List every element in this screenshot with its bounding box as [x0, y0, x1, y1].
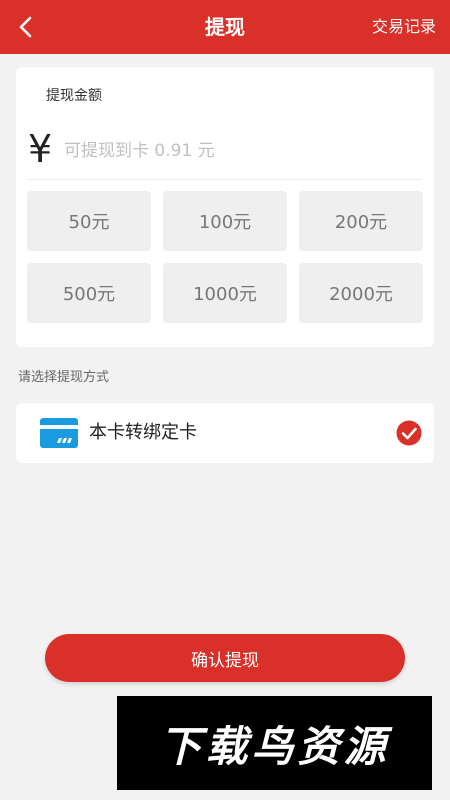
check-circle-icon: [396, 420, 422, 446]
watermark: 下载鸟资源: [117, 696, 432, 790]
bank-card-icon: [40, 418, 78, 448]
confirm-withdraw-button[interactable]: 确认提现: [45, 634, 405, 682]
currency-symbol: ¥: [28, 127, 53, 171]
watermark-text: 下载鸟资源: [159, 721, 390, 771]
divider: [28, 179, 422, 180]
preset-500[interactable]: 500元: [27, 263, 151, 323]
amount-label: 提现金额: [46, 88, 102, 104]
amount-input[interactable]: [64, 135, 414, 167]
amount-card: 提现金额 ¥ 50元 100元 200元 500元 1000元 2000元: [16, 67, 434, 347]
preset-100[interactable]: 100元: [163, 191, 287, 251]
method-label: 本卡转绑定卡: [89, 422, 197, 443]
method-option-bound-card[interactable]: 本卡转绑定卡: [16, 403, 434, 463]
preset-grid: 50元 100元 200元 500元 1000元 2000元: [27, 191, 423, 323]
withdraw-page: 提现 交易记录 提现金额 ¥ 50元 100元 200元 500元 1000元 …: [0, 0, 450, 800]
preset-200[interactable]: 200元: [299, 191, 423, 251]
preset-50[interactable]: 50元: [27, 191, 151, 251]
preset-1000[interactable]: 1000元: [163, 263, 287, 323]
method-hint: 请选择提现方式: [18, 370, 110, 385]
header-bar: 提现 交易记录: [0, 0, 450, 54]
transactions-link[interactable]: 交易记录: [372, 0, 436, 54]
preset-2000[interactable]: 2000元: [299, 263, 423, 323]
